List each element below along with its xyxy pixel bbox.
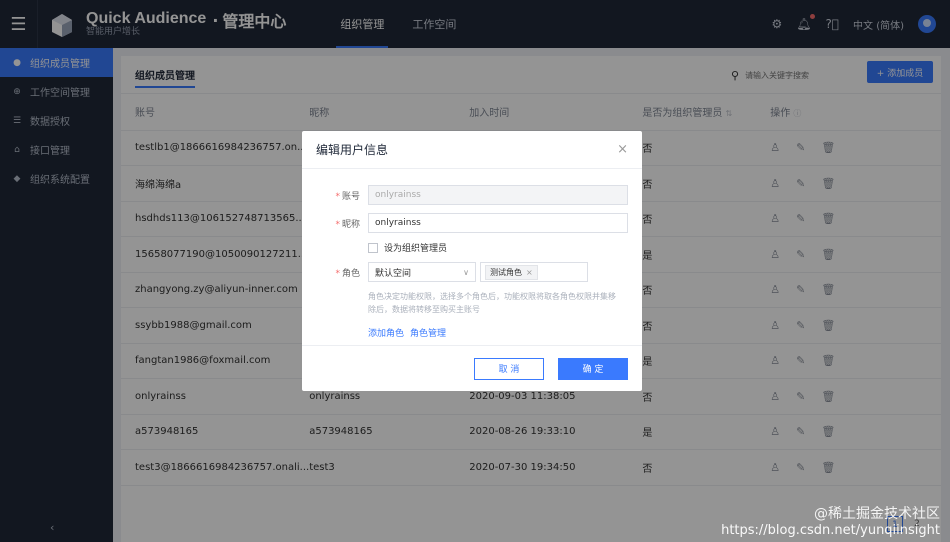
workspace-select-value: 默认空间 (375, 268, 412, 279)
remove-tag-icon[interactable]: × (526, 268, 533, 277)
confirm-button[interactable]: 确 定 (558, 357, 628, 380)
edit-user-form: * 账号 onlyrainss * 昵称 onlyrainss 设为组织管理员 * 角… (302, 169, 642, 339)
account-row: * 账号 onlyrainss (316, 185, 628, 205)
modal-title: 编辑用户信息 (302, 131, 642, 169)
role-management-link[interactable]: 角色管理 (410, 326, 446, 339)
watermark-line-2: https://blog.csdn.net/yunqiinsight (721, 523, 940, 538)
nickname-label: * 昵称 (335, 219, 360, 230)
role-tag-label: 测试角色 (490, 267, 522, 277)
cancel-button[interactable]: 取 消 (474, 357, 544, 380)
nickname-field[interactable]: onlyrainss (368, 213, 628, 233)
admin-checkbox[interactable] (368, 242, 378, 253)
watermark-line-1: @稀土掘金技术社区 (814, 506, 940, 522)
chevron-down-icon: ∨ (463, 267, 469, 277)
close-icon[interactable]: × (617, 142, 628, 157)
add-role-link[interactable]: 添加角色 (368, 326, 404, 339)
nickname-row: * 昵称 onlyrainss (316, 213, 628, 233)
account-field: onlyrainss (368, 185, 628, 205)
workspace-select[interactable]: 默认空间 ∨ (368, 262, 476, 282)
role-tags-input[interactable]: 测试角色 × (480, 262, 588, 282)
role-label: * 角色 (335, 268, 360, 279)
edit-user-modal: 编辑用户信息 × * 账号 onlyrainss * 昵称 onlyrainss 设… (302, 131, 642, 391)
watermark: @稀土掘金技术社区 https://blog.csdn.net/yunqiins… (721, 503, 940, 538)
admin-checkbox-row[interactable]: 设为组织管理员 (368, 241, 628, 254)
modal-footer: 取 消 确 定 (302, 345, 642, 391)
role-controls: 默认空间 ∨ 测试角色 × (368, 262, 588, 282)
role-links: 添加角色 角色管理 (368, 326, 628, 339)
role-hint: 角色决定功能权限，选择多个角色后，功能权限将取各角色权限并集移除后，数据将转移至… (368, 292, 616, 314)
role-tag: 测试角色 × (485, 264, 538, 280)
account-label: * 账号 (335, 191, 360, 202)
admin-checkbox-label[interactable]: 设为组织管理员 (384, 241, 447, 254)
role-row: * 角色 默认空间 ∨ 测试角色 × (316, 262, 628, 282)
